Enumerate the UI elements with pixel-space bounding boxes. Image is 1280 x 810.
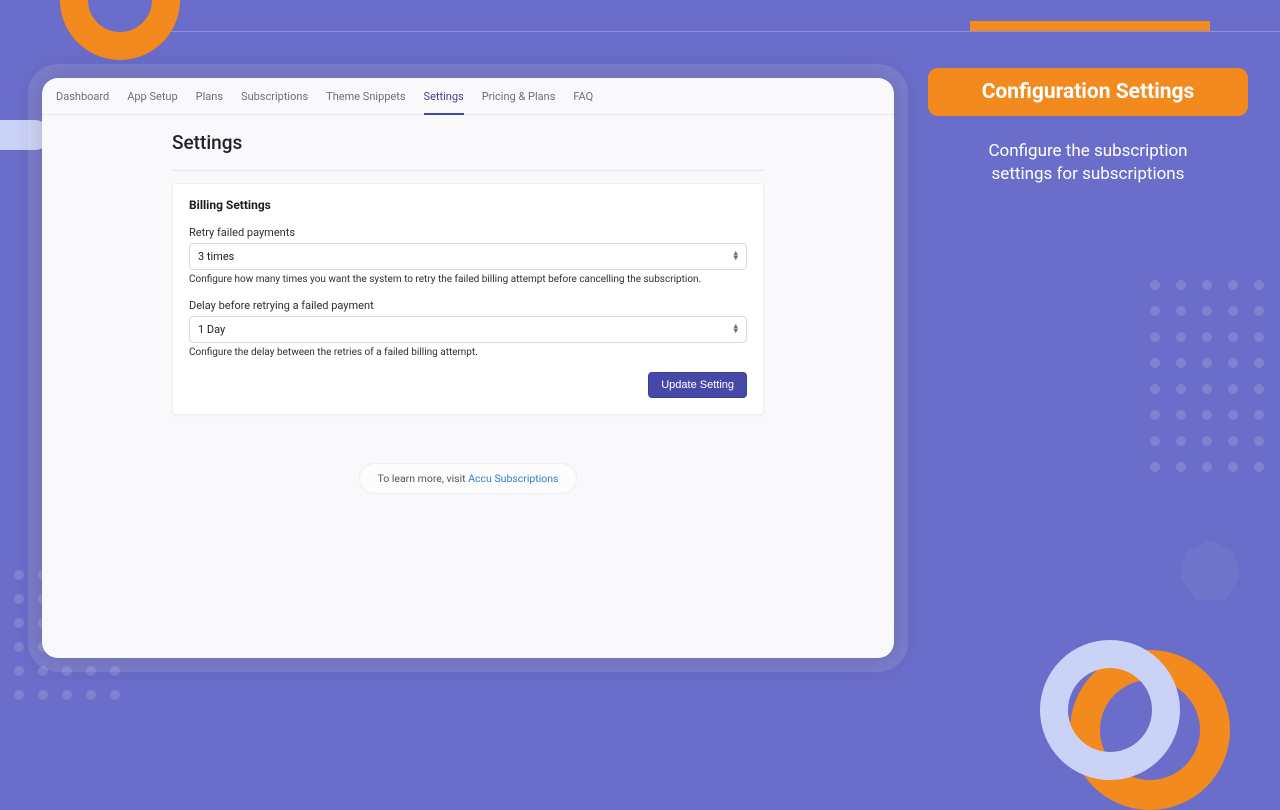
button-row: Update Setting	[189, 372, 747, 398]
tab-app-setup[interactable]: App Setup	[127, 90, 177, 114]
learn-link[interactable]: Accu Subscriptions	[468, 472, 558, 485]
retry-select[interactable]: 3 times ▴▾	[189, 243, 747, 270]
decor-ring-top	[60, 0, 180, 60]
info-panel: Configuration Settings Configure the sub…	[928, 68, 1248, 186]
tab-plans[interactable]: Plans	[196, 90, 223, 114]
tab-bar: Dashboard App Setup Plans Subscriptions …	[42, 78, 894, 115]
card-title: Billing Settings	[189, 198, 747, 212]
retry-label: Retry failed payments	[189, 226, 747, 239]
delay-select-value: 1 Day	[198, 323, 225, 336]
decor-ring-bottom-blue	[1040, 640, 1180, 780]
chevron-updown-icon: ▴▾	[733, 324, 738, 335]
info-description: Configure the subscription settings for …	[928, 140, 1248, 186]
decor-dots-right	[1150, 280, 1280, 480]
divider-top	[140, 31, 1280, 32]
retry-select-value: 3 times	[198, 250, 234, 263]
retry-help: Configure how many times you want the sy…	[189, 274, 747, 285]
accent-bar	[970, 21, 1210, 31]
delay-label: Delay before retrying a failed payment	[189, 299, 747, 312]
chevron-updown-icon: ▴▾	[733, 251, 738, 262]
page-title: Settings	[172, 127, 764, 171]
app-window: Dashboard App Setup Plans Subscriptions …	[42, 78, 894, 658]
info-badge: Configuration Settings	[928, 68, 1248, 116]
tab-pricing-plans[interactable]: Pricing & Plans	[482, 90, 556, 114]
delay-select[interactable]: 1 Day ▴▾	[189, 316, 747, 343]
update-setting-button[interactable]: Update Setting	[648, 372, 747, 398]
page-body: Settings Billing Settings Retry failed p…	[42, 115, 894, 514]
tab-faq[interactable]: FAQ	[573, 90, 593, 114]
learn-prefix: To learn more, visit	[378, 472, 469, 485]
tab-dashboard[interactable]: Dashboard	[56, 90, 109, 114]
learn-more-pill: To learn more, visit Accu Subscriptions	[359, 463, 578, 494]
decor-heptagon	[1180, 540, 1240, 600]
tab-subscriptions[interactable]: Subscriptions	[241, 90, 308, 114]
tab-theme-snippets[interactable]: Theme Snippets	[326, 90, 405, 114]
delay-help: Configure the delay between the retries …	[189, 347, 747, 358]
billing-settings-card: Billing Settings Retry failed payments 3…	[172, 183, 764, 415]
tab-settings[interactable]: Settings	[424, 90, 464, 115]
